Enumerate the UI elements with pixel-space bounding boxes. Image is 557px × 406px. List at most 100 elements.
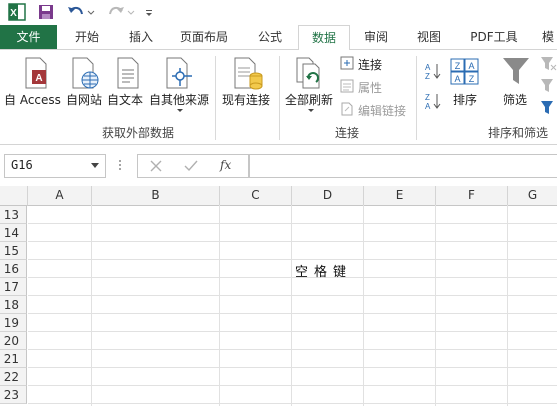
- from-web-button[interactable]: 自网站: [66, 91, 102, 108]
- chevron-down-icon[interactable]: [307, 108, 315, 114]
- row-header-20[interactable]: 20: [0, 332, 27, 350]
- save-icon[interactable]: [38, 3, 54, 21]
- tab-page-layout[interactable]: 页面布局: [172, 25, 236, 49]
- row-gridline: [28, 223, 557, 224]
- svg-text:Z: Z: [425, 72, 430, 80]
- row-gridline: [28, 367, 557, 368]
- row-gridline: [28, 349, 557, 350]
- quick-access-toolbar: X: [0, 0, 557, 24]
- from-other-sources-button[interactable]: 自其他来源: [149, 91, 209, 108]
- column-gridline: [363, 205, 364, 406]
- properties-button[interactable]: 属性: [358, 79, 382, 96]
- from-access-button[interactable]: 自 Access: [4, 91, 61, 108]
- row-header-18[interactable]: 18: [0, 296, 27, 314]
- reapply-icon[interactable]: [540, 78, 557, 94]
- redo-icon[interactable]: [106, 3, 126, 21]
- row-header-19[interactable]: 19: [0, 314, 27, 332]
- redo-dropdown-icon[interactable]: [127, 3, 135, 21]
- tab-insert[interactable]: 插入: [116, 25, 166, 49]
- svg-text:A: A: [468, 61, 474, 71]
- refresh-all-button[interactable]: 全部刷新: [285, 91, 333, 108]
- column-gridline: [291, 205, 292, 406]
- svg-text:A: A: [35, 73, 42, 84]
- group-label-connections: 连接: [335, 126, 360, 140]
- column-gridline: [219, 205, 220, 406]
- undo-icon[interactable]: [66, 3, 86, 21]
- group-label-external-data: 获取外部数据: [102, 126, 175, 140]
- name-box[interactable]: G16: [4, 154, 106, 178]
- row-gridline: [28, 385, 557, 386]
- refresh-all-icon: [296, 57, 320, 89]
- tab-home[interactable]: 开始: [62, 25, 112, 49]
- row-gridline: [28, 313, 557, 314]
- grip-dots-icon[interactable]: [118, 158, 122, 172]
- row-header-15[interactable]: 15: [0, 242, 27, 260]
- existing-connections-button[interactable]: 现有连接: [222, 91, 270, 108]
- row-header-21[interactable]: 21: [0, 350, 27, 368]
- row-header-17[interactable]: 17: [0, 278, 27, 296]
- row-gridline: [28, 277, 557, 278]
- insert-function-button[interactable]: fx: [220, 158, 231, 172]
- connections-button[interactable]: 连接: [358, 56, 382, 73]
- formula-input[interactable]: [249, 154, 557, 178]
- row-header-22[interactable]: 22: [0, 368, 27, 386]
- existing-connections-icon: [234, 57, 263, 90]
- worksheet-grid[interactable]: A B C D E F G 13 14 15 16 17 18 19 20 21…: [0, 186, 557, 406]
- formula-buttons: fx: [137, 154, 249, 178]
- row-header-16[interactable]: 16: [0, 260, 27, 278]
- row-gridline: [28, 241, 557, 242]
- column-header-e[interactable]: E: [364, 186, 436, 206]
- row-header-23[interactable]: 23: [0, 386, 27, 404]
- tab-pdf-tools[interactable]: PDF工具: [460, 25, 528, 49]
- advanced-filter-icon[interactable]: [540, 100, 557, 116]
- cancel-icon[interactable]: [150, 160, 162, 172]
- svg-text:A: A: [454, 74, 460, 84]
- row-header-13[interactable]: 13: [0, 206, 27, 224]
- tab-view[interactable]: 视图: [406, 25, 452, 49]
- column-header-f[interactable]: F: [436, 186, 508, 206]
- svg-text:A: A: [425, 63, 431, 72]
- tab-review[interactable]: 审阅: [352, 25, 400, 49]
- properties-icon: [340, 79, 354, 93]
- svg-text:Z: Z: [469, 74, 475, 84]
- chevron-down-icon[interactable]: [91, 163, 99, 169]
- excel-logo-icon: X: [8, 3, 26, 21]
- tab-more[interactable]: 模: [538, 25, 557, 49]
- column-header-a[interactable]: A: [28, 186, 92, 206]
- filter-icon: [503, 58, 529, 84]
- row-gridline: [28, 259, 557, 260]
- column-gridline: [91, 205, 92, 406]
- chevron-down-icon[interactable]: [176, 108, 184, 114]
- text-file-icon: [117, 57, 139, 89]
- from-text-button[interactable]: 自文本: [107, 91, 143, 108]
- sort-ascending-icon[interactable]: A Z: [425, 62, 441, 80]
- column-header-d[interactable]: D: [292, 186, 364, 206]
- tab-formulas[interactable]: 公式: [246, 25, 294, 49]
- tab-file[interactable]: 文件: [0, 25, 57, 49]
- name-box-value: G16: [11, 158, 33, 172]
- group-divider: [416, 56, 417, 140]
- sort-button[interactable]: 排序: [453, 91, 477, 108]
- select-all-corner[interactable]: [0, 186, 28, 206]
- svg-text:Z: Z: [425, 93, 430, 102]
- enter-icon[interactable]: [184, 160, 198, 172]
- edit-links-icon: [341, 102, 353, 116]
- sort-icon: Z A A Z: [450, 58, 479, 85]
- row-header-14[interactable]: 14: [0, 224, 27, 242]
- sort-descending-icon[interactable]: Z A: [425, 92, 441, 110]
- customize-qat-icon[interactable]: [144, 3, 154, 21]
- column-header-g[interactable]: G: [508, 186, 557, 206]
- clear-filter-icon[interactable]: [540, 56, 557, 72]
- cell-d16[interactable]: 空格键: [295, 261, 352, 280]
- svg-text:A: A: [425, 102, 431, 110]
- tab-data[interactable]: 数据: [298, 25, 350, 51]
- svg-text:X: X: [10, 8, 17, 19]
- undo-dropdown-icon[interactable]: [87, 3, 95, 21]
- group-divider: [215, 56, 216, 140]
- column-header-c[interactable]: C: [220, 186, 292, 206]
- filter-button[interactable]: 筛选: [503, 91, 527, 108]
- edit-links-button[interactable]: 编辑链接: [358, 102, 406, 119]
- ribbon-data: A 自 Access 自网站 自文本 自其他来源 获取外部数据 现有连接 全部刷…: [0, 50, 557, 145]
- column-header-b[interactable]: B: [92, 186, 220, 206]
- other-sources-icon: [166, 57, 192, 89]
